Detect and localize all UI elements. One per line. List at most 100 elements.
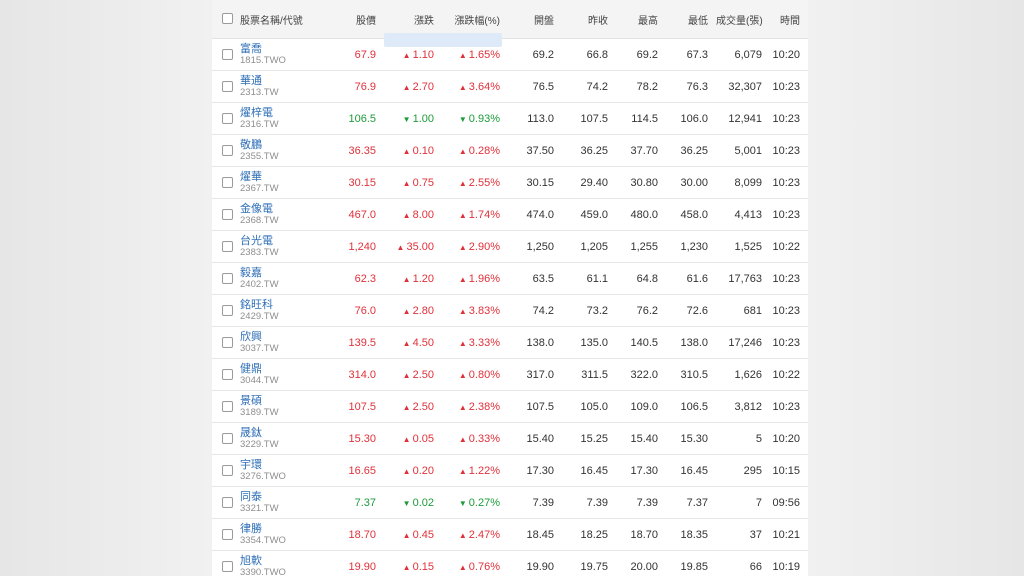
stock-name-link[interactable]: 燿華 [240, 171, 338, 183]
up-arrow-icon: ▲ [458, 434, 467, 444]
stock-name-link[interactable]: 富喬 [240, 43, 338, 55]
table-row[interactable]: 宇環 3276.TWO 16.65 ▲ 0.20 ▲ 1.22% 17.30 16.… [212, 454, 808, 487]
low-cell: 310.5 [666, 358, 716, 391]
table-row[interactable]: 景碩 3189.TW 107.5 ▲ 2.50 ▲ 2.38% 107.5 105.… [212, 390, 808, 423]
row-checkbox[interactable] [212, 198, 240, 231]
row-checkbox[interactable] [212, 166, 240, 199]
table-row[interactable]: 燿梓電 2316.TW 106.5 ▼ 1.00 ▼ 0.93% 113.0 107… [212, 102, 808, 135]
stock-name-link[interactable]: 景碩 [240, 395, 338, 407]
table-row[interactable]: 晟鈦 3229.TW 15.30 ▲ 0.05 ▲ 0.33% 15.40 15.2… [212, 422, 808, 455]
row-checkbox[interactable] [212, 358, 240, 391]
volume-cell: 5,001 [716, 134, 770, 167]
up-arrow-icon: ▲ [458, 402, 467, 412]
table-row[interactable]: 毅嘉 2402.TW 62.3 ▲ 1.20 ▲ 1.96% 63.5 61.1 6… [212, 262, 808, 295]
row-checkbox[interactable] [212, 422, 240, 455]
stock-name-link[interactable]: 金像電 [240, 203, 338, 215]
stock-name-link[interactable]: 宇環 [240, 459, 338, 471]
table-row[interactable]: 台光電 2383.TW 1,240 ▲ 35.00 ▲ 2.90% 1,250 1,… [212, 230, 808, 263]
table-row[interactable]: 同泰 3321.TW 7.37 ▼ 0.02 ▼ 0.27% 7.39 7.39 7… [212, 486, 808, 519]
row-checkbox[interactable] [212, 486, 240, 519]
time-cell: 10:23 [770, 326, 808, 359]
open-cell: 37.50 [508, 134, 562, 167]
stock-code: 2313.TW [240, 86, 279, 98]
change-pct-cell: ▲ 1.74% [442, 198, 508, 231]
row-checkbox[interactable] [212, 454, 240, 487]
stock-code: 3354.TWO [240, 534, 286, 546]
row-checkbox[interactable] [212, 38, 240, 71]
stock-code: 2355.TW [240, 150, 279, 162]
row-checkbox[interactable] [212, 70, 240, 103]
row-checkbox[interactable] [212, 102, 240, 135]
table-row[interactable]: 華通 2313.TW 76.9 ▲ 2.70 ▲ 3.64% 76.5 74.2 7… [212, 70, 808, 103]
open-cell: 15.40 [508, 422, 562, 455]
change-cell: ▲ 2.70 [384, 70, 442, 103]
table-row[interactable]: 敬鵬 2355.TW 36.35 ▲ 0.10 ▲ 0.28% 37.50 36.2… [212, 134, 808, 167]
table-row[interactable]: 銘旺科 2429.TW 76.0 ▲ 2.80 ▲ 3.83% 74.2 73.2 … [212, 294, 808, 327]
table-row[interactable]: 金像電 2368.TW 467.0 ▲ 8.00 ▲ 1.74% 474.0 459… [212, 198, 808, 231]
row-checkbox[interactable] [212, 518, 240, 551]
header-name[interactable]: 股票名稱/代號 [240, 0, 338, 39]
up-arrow-icon: ▲ [402, 530, 411, 540]
row-checkbox[interactable] [212, 134, 240, 167]
low-cell: 76.3 [666, 70, 716, 103]
row-checkbox[interactable] [212, 294, 240, 327]
row-checkbox[interactable] [212, 390, 240, 423]
change-pct-cell: ▲ 2.90% [442, 230, 508, 263]
prev-close-cell: 7.39 [562, 486, 616, 519]
volume-cell: 6,079 [716, 38, 770, 71]
volume-cell: 1,525 [716, 230, 770, 263]
stock-name-link[interactable]: 欣興 [240, 331, 338, 343]
table-row[interactable]: 健鼎 3044.TW 314.0 ▲ 2.50 ▲ 0.80% 317.0 311.… [212, 358, 808, 391]
table-row[interactable]: 富喬 1815.TWO 67.9 ▲ 1.10 ▲ 1.65% 69.2 66.8 … [212, 38, 808, 71]
change-pct-cell: ▲ 1.96% [442, 262, 508, 295]
stock-name-link[interactable]: 敬鵬 [240, 139, 338, 151]
up-arrow-icon: ▲ [458, 146, 467, 156]
row-checkbox[interactable] [212, 262, 240, 295]
open-cell: 76.5 [508, 70, 562, 103]
volume-cell: 295 [716, 454, 770, 487]
header-low[interactable]: 最低 [666, 0, 716, 39]
stock-name-link[interactable]: 律勝 [240, 523, 338, 535]
header-prev-close[interactable]: 昨收 [562, 0, 616, 39]
open-cell: 317.0 [508, 358, 562, 391]
stock-name-link[interactable]: 燿梓電 [240, 107, 338, 119]
high-cell: 480.0 [616, 198, 666, 231]
low-cell: 16.45 [666, 454, 716, 487]
change-pct-cell: ▲ 0.76% [442, 550, 508, 576]
stock-name-link[interactable]: 台光電 [240, 235, 338, 247]
up-arrow-icon: ▲ [402, 466, 411, 476]
header-time[interactable]: 時間 [770, 0, 808, 39]
table-row[interactable]: 旭軟 3390.TWO 19.90 ▲ 0.15 ▲ 0.76% 19.90 19.… [212, 550, 808, 576]
row-checkbox[interactable] [212, 550, 240, 576]
header-high[interactable]: 最高 [616, 0, 666, 39]
header-price[interactable]: 股價 [338, 0, 384, 39]
prev-close-cell: 459.0 [562, 198, 616, 231]
stock-code: 2402.TW [240, 278, 279, 290]
open-cell: 1,250 [508, 230, 562, 263]
up-arrow-icon: ▲ [402, 338, 411, 348]
stock-name-link[interactable]: 旭軟 [240, 555, 338, 567]
stock-name-link[interactable]: 華通 [240, 75, 338, 87]
tooltip-highlight [384, 33, 502, 47]
select-all-checkbox[interactable] [212, 0, 240, 39]
low-cell: 7.37 [666, 486, 716, 519]
row-checkbox[interactable] [212, 230, 240, 263]
stock-name-link[interactable]: 毅嘉 [240, 267, 338, 279]
open-cell: 138.0 [508, 326, 562, 359]
header-open[interactable]: 開盤 [508, 0, 562, 39]
table-row[interactable]: 欣興 3037.TW 139.5 ▲ 4.50 ▲ 3.33% 138.0 135.… [212, 326, 808, 359]
table-row[interactable]: 律勝 3354.TWO 18.70 ▲ 0.45 ▲ 2.47% 18.45 18.… [212, 518, 808, 551]
stock-name-link[interactable]: 健鼎 [240, 363, 338, 375]
down-arrow-icon: ▼ [402, 114, 411, 124]
header-volume[interactable]: 成交量(張) [716, 0, 770, 39]
up-arrow-icon: ▲ [402, 562, 411, 572]
high-cell: 37.70 [616, 134, 666, 167]
stock-name-link[interactable]: 同泰 [240, 491, 338, 503]
row-checkbox[interactable] [212, 326, 240, 359]
table-row[interactable]: 燿華 2367.TW 30.15 ▲ 0.75 ▲ 2.55% 30.15 29.4… [212, 166, 808, 199]
stock-name-link[interactable]: 銘旺科 [240, 299, 338, 311]
stock-name-link[interactable]: 晟鈦 [240, 427, 338, 439]
change-pct-cell: ▲ 0.33% [442, 422, 508, 455]
price-cell: 18.70 [338, 518, 384, 551]
prev-close-cell: 66.8 [562, 38, 616, 71]
